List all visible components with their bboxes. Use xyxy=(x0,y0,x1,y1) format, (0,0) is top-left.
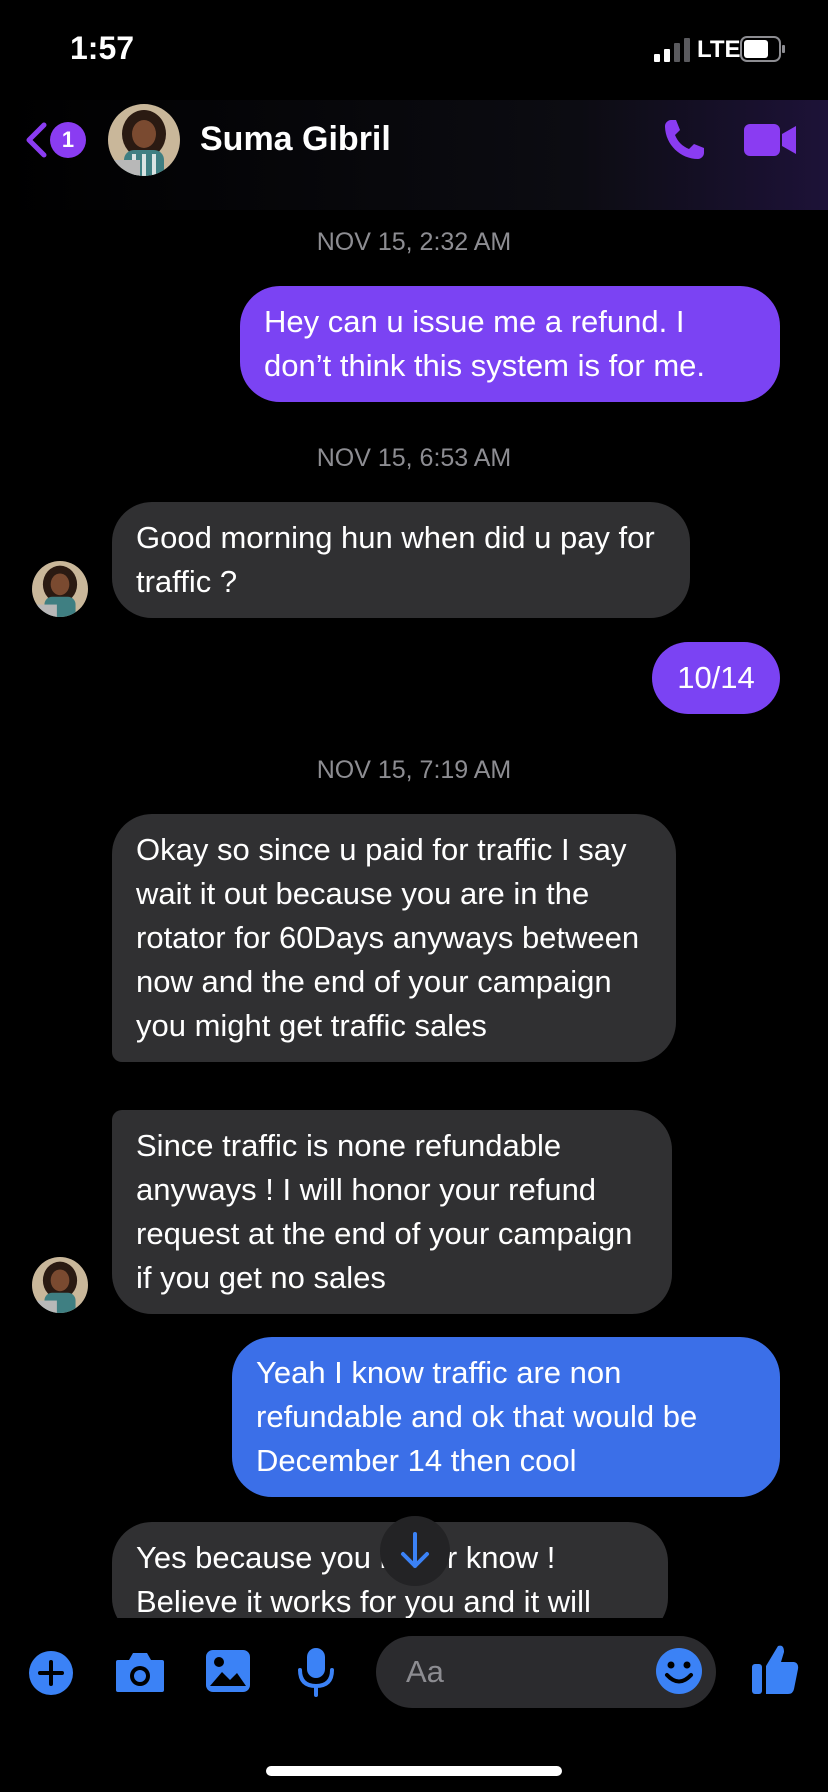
emoji-icon[interactable] xyxy=(654,1646,704,1696)
message-composer: Aa xyxy=(0,1600,828,1740)
arrow-down-icon xyxy=(401,1532,429,1568)
status-time: 1:57 xyxy=(70,30,135,66)
conversation-header: 1 Suma Gibril xyxy=(0,100,828,210)
timestamp: NOV 15, 6:53 AM xyxy=(316,444,512,472)
status-bar: 1:57 LTE xyxy=(0,0,828,100)
timestamp: NOV 15, 7:19 AM xyxy=(316,756,512,784)
contact-name[interactable]: Suma Gibril xyxy=(200,120,391,159)
mic-icon[interactable] xyxy=(296,1646,336,1698)
sender-avatar[interactable] xyxy=(32,561,88,617)
home-indicator xyxy=(266,1766,562,1776)
signal-icon xyxy=(654,38,690,62)
message-bubble-outgoing[interactable]: Hey can u issue me a refund. I don’t thi… xyxy=(240,286,780,402)
message-bubble-outgoing[interactable]: Yeah I know traffic are non refundable a… xyxy=(232,1337,780,1497)
message-bubble-incoming[interactable]: Okay so since u paid for traffic I say w… xyxy=(112,814,676,1062)
contact-avatar[interactable] xyxy=(108,104,180,176)
unread-badge: 1 xyxy=(50,122,86,158)
avatar-photo xyxy=(108,104,180,176)
message-input-placeholder: Aa xyxy=(406,1654,444,1689)
thumbs-up-icon[interactable] xyxy=(750,1642,800,1696)
image-icon[interactable] xyxy=(204,1648,252,1694)
camera-icon[interactable] xyxy=(114,1650,166,1694)
network-label: LTE xyxy=(697,36,741,63)
chevron-left-icon xyxy=(26,122,47,158)
plus-icon[interactable] xyxy=(28,1650,74,1696)
phone-icon[interactable] xyxy=(660,116,708,164)
battery-icon xyxy=(740,36,785,62)
scroll-to-bottom-button[interactable] xyxy=(380,1516,450,1586)
avatar-photo xyxy=(32,561,88,617)
message-input[interactable]: Aa xyxy=(376,1636,716,1708)
message-bubble-incoming[interactable]: Good morning hun when did u pay for traf… xyxy=(112,502,690,618)
message-bubble-outgoing[interactable]: 10/14 xyxy=(652,642,780,714)
sender-avatar[interactable] xyxy=(32,1257,88,1313)
timestamp: NOV 15, 2:32 AM xyxy=(316,228,512,256)
avatar-photo xyxy=(32,1257,88,1313)
video-camera-icon[interactable] xyxy=(742,118,798,162)
back-button[interactable]: 1 xyxy=(24,116,94,164)
message-bubble-incoming[interactable]: Since traffic is none refundable anyways… xyxy=(112,1110,672,1314)
